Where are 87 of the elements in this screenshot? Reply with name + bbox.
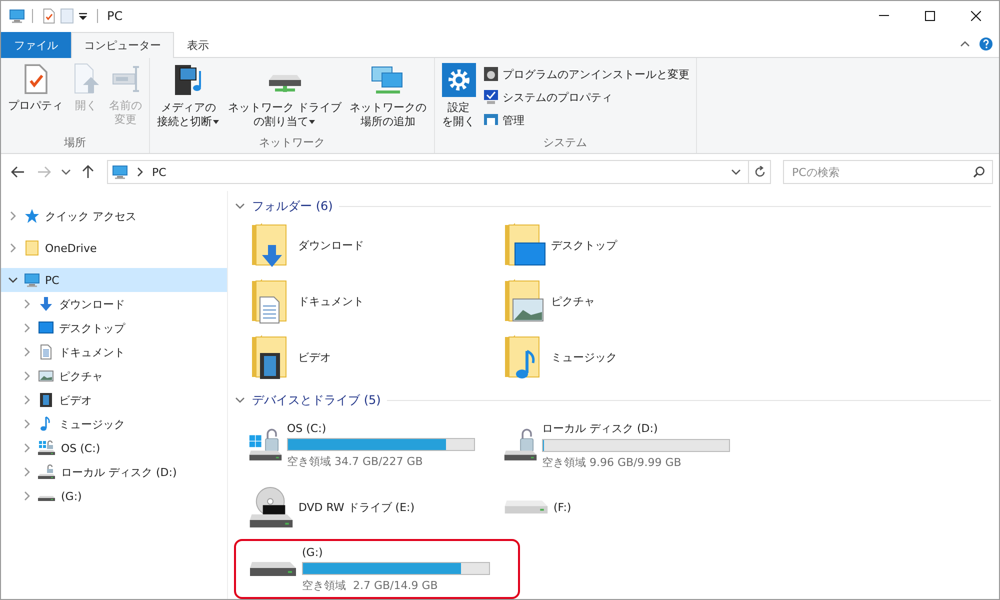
- nav-item[interactable]: ビデオ: [1, 388, 227, 412]
- caret-icon: [78, 11, 88, 21]
- folder-item[interactable]: ミュージック: [501, 333, 721, 381]
- nav-item[interactable]: ダウンロード: [1, 292, 227, 316]
- properties-icon: [42, 8, 56, 24]
- ribbon-button[interactable]: プロパティ: [5, 61, 66, 135]
- drive-name[interactable]: (G:): [302, 546, 492, 558]
- nav-item[interactable]: ピクチャ: [1, 364, 227, 388]
- free-space-text: 空き領域 34.7 GB/227 GB: [287, 454, 424, 468]
- ribbon-button[interactable]: 管理: [480, 109, 692, 131]
- caret-icon: [308, 119, 316, 125]
- nav-item[interactable]: ドキュメント: [1, 340, 227, 364]
- ribbon-tab[interactable]: ファイル: [1, 32, 71, 58]
- window-title: PC: [107, 9, 123, 23]
- folder-item[interactable]: デスクトップ: [501, 221, 721, 269]
- folder-item[interactable]: ダウンロード: [248, 221, 468, 269]
- group-label: システム: [542, 135, 588, 151]
- computer-icon: [9, 8, 25, 24]
- ribbon-button[interactable]: 設定 を開く: [438, 61, 478, 135]
- up-arrow-icon: [82, 165, 94, 179]
- monitor-check-icon: [482, 89, 498, 105]
- minimize-icon: [879, 15, 889, 17]
- nav-item[interactable]: OneDrive: [1, 236, 227, 260]
- star-icon: [24, 208, 40, 224]
- folder-item[interactable]: ピクチャ: [501, 277, 721, 325]
- computer-icon: [24, 272, 40, 288]
- drive-tile[interactable]: DVD RW ドライブ (E:): [234, 477, 489, 537]
- nav-item[interactable]: (G:): [1, 484, 227, 508]
- settings-icon: [442, 63, 476, 97]
- nav-item[interactable]: OS (C:): [1, 436, 227, 460]
- nav-item[interactable]: デスクトップ: [1, 316, 227, 340]
- address-field[interactable]: PC: [107, 160, 771, 184]
- folder-item[interactable]: ビデオ: [248, 333, 468, 381]
- free-space-text: 空き領域 9.96 GB/9.99 GB: [542, 454, 682, 470]
- group-label: 場所: [63, 135, 87, 151]
- maximize-icon: [925, 11, 935, 21]
- nav-item[interactable]: クイック アクセス: [1, 204, 227, 228]
- drive-icon: [503, 499, 550, 515]
- help-icon: [979, 37, 993, 51]
- ribbon-button[interactable]: プログラムのアンインストールと変更: [480, 63, 692, 85]
- folder-icon: [24, 240, 40, 256]
- computer-manage-icon: [482, 112, 498, 128]
- nav-item[interactable]: ミュージック: [1, 412, 227, 436]
- nav-item[interactable]: PC: [1, 268, 227, 292]
- drive-tile[interactable]: ローカル ディスク (D:) 空き領域 9.96 GB/9.99 GB: [489, 415, 744, 475]
- drive-name[interactable]: DVD RW ドライブ (E:): [298, 500, 475, 514]
- ribbon-button[interactable]: ネットワークの 場所の追加: [346, 61, 430, 135]
- film-icon: [38, 392, 54, 408]
- close-icon: [971, 11, 981, 21]
- desktop-icon: [38, 320, 54, 336]
- rename-icon: [110, 63, 140, 95]
- group-label: ネットワーク: [258, 135, 326, 151]
- back-arrow-icon: [11, 166, 25, 178]
- download-arrow-icon: [38, 296, 54, 312]
- document-icon: [38, 344, 54, 360]
- locked-drive-icon: [38, 464, 56, 480]
- windows-drive-icon: [38, 440, 56, 456]
- forward-arrow-icon: [37, 166, 51, 178]
- ribbon-button[interactable]: メディアの 接続と切断: [154, 61, 223, 135]
- section-title: フォルダー (6): [252, 198, 333, 214]
- computer-icon: [112, 164, 128, 180]
- folder-item[interactable]: ドキュメント: [248, 277, 468, 325]
- network-drive-icon: [266, 74, 303, 93]
- drive-name[interactable]: OS (C:): [287, 422, 475, 434]
- free-space-text: 空き領域 2.7 GB/14.9 GB: [302, 578, 439, 592]
- drive-icon: [248, 561, 298, 577]
- drive-tile[interactable]: (G:) 空き領域 2.7 GB/14.9 GB: [234, 539, 520, 599]
- ribbon-button[interactable]: システムのプロパティ: [480, 86, 692, 108]
- ribbon-button[interactable]: ネットワーク ドライブ の割り当て: [225, 61, 344, 135]
- search-field[interactable]: PCの検索: [783, 160, 993, 184]
- ribbon-tab[interactable]: コンピューター: [71, 32, 174, 58]
- ribbon-tab[interactable]: 表示: [174, 32, 222, 58]
- address-path: PC: [152, 166, 168, 178]
- section-title: デバイスとドライブ (5): [252, 392, 381, 408]
- disc-box-icon: [482, 66, 498, 82]
- blank-page-icon: [60, 8, 74, 24]
- drive-name[interactable]: ローカル ディスク (D:): [542, 420, 730, 436]
- picture-icon: [38, 368, 54, 384]
- drive-name[interactable]: (F:): [553, 500, 730, 514]
- properties-icon: [22, 63, 50, 96]
- search-icon: [973, 166, 985, 178]
- nav-item[interactable]: ローカル ディスク (D:): [1, 460, 227, 484]
- drive-icon: [38, 494, 56, 502]
- caret-icon: [212, 119, 220, 125]
- drive-tile[interactable]: OS (C:) 空き領域 34.7 GB/227 GB: [234, 415, 489, 475]
- refresh-icon: [754, 166, 766, 178]
- drive-tile[interactable]: (F:): [489, 477, 744, 537]
